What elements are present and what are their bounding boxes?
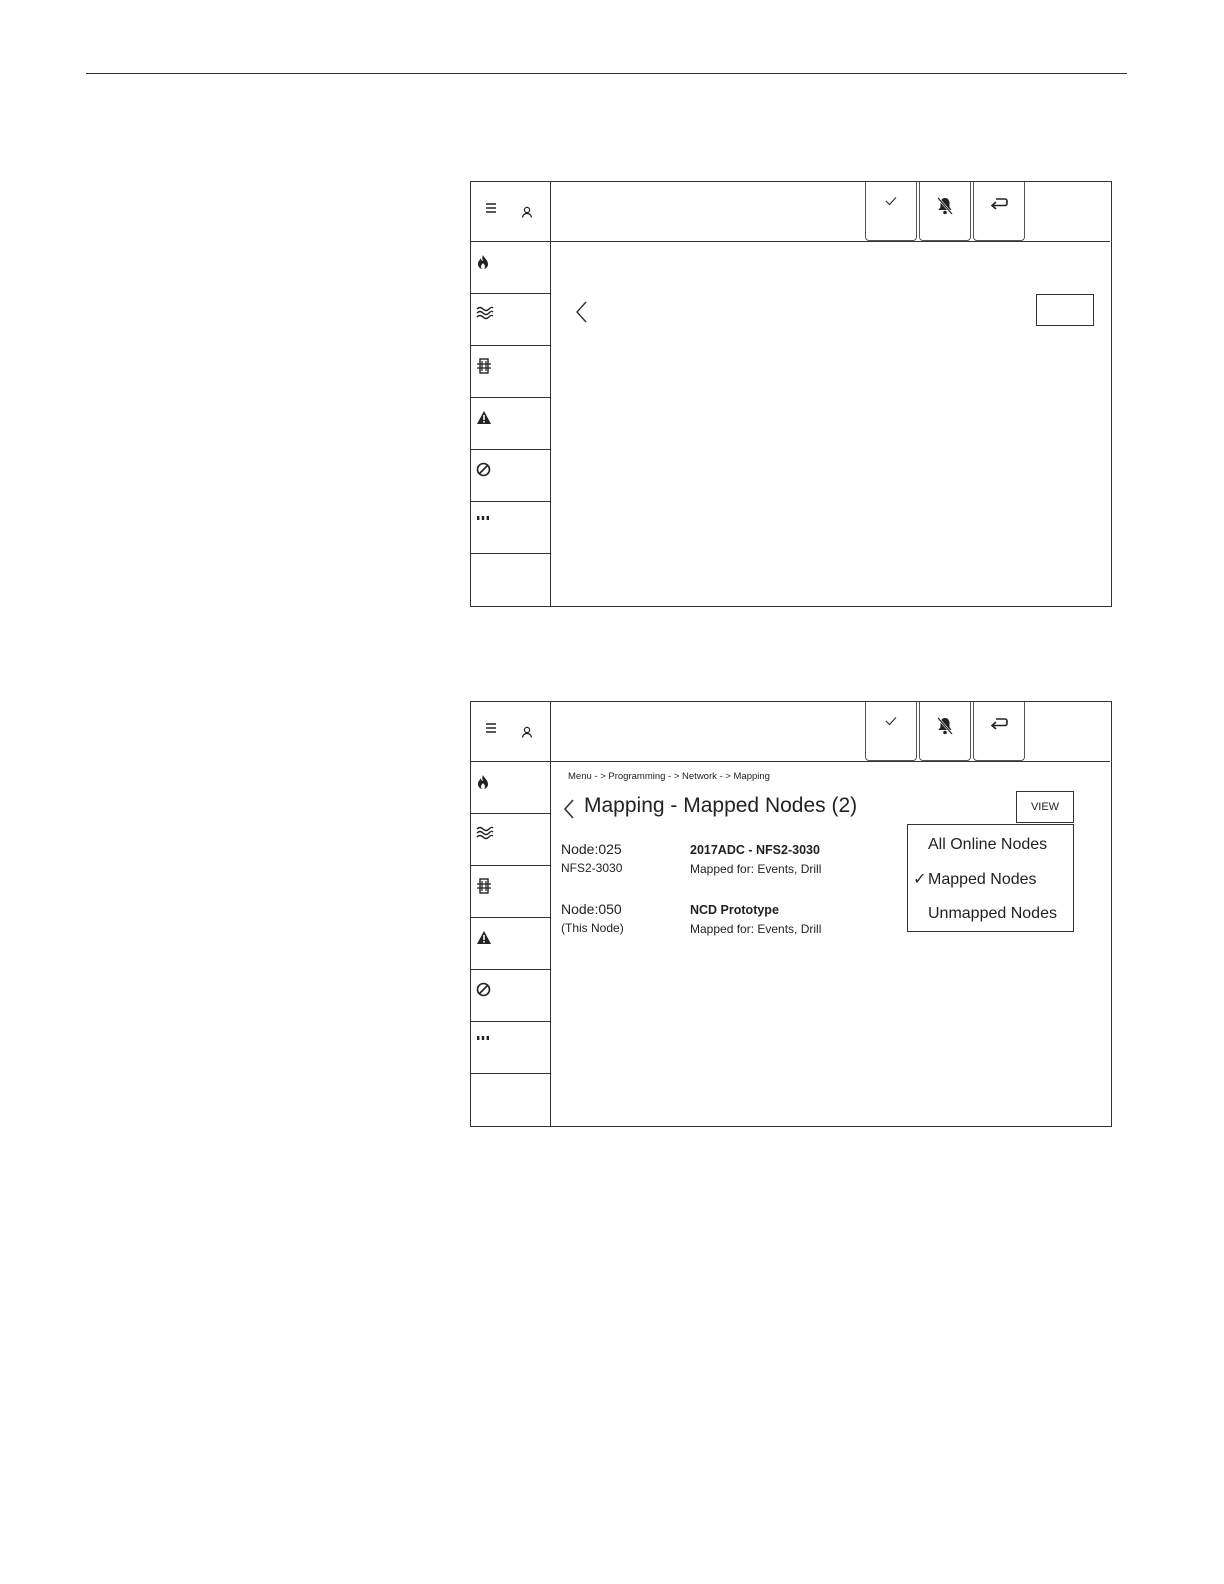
reset-button[interactable] bbox=[973, 702, 1025, 761]
silence-icon bbox=[937, 197, 953, 215]
user-icon[interactable] bbox=[521, 203, 533, 218]
view-button[interactable]: VIEW bbox=[1016, 791, 1074, 823]
sidebar-item-fire[interactable] bbox=[471, 762, 550, 814]
building-icon bbox=[477, 878, 491, 894]
reset-button[interactable] bbox=[973, 182, 1025, 241]
panel-blank-screen bbox=[470, 181, 1112, 607]
menu-icon[interactable] bbox=[484, 721, 498, 735]
sidebar-item-disabled[interactable] bbox=[471, 450, 550, 502]
user-icon[interactable] bbox=[521, 723, 533, 738]
breadcrumb: Menu - > Programming - > Network - > Map… bbox=[568, 771, 770, 782]
sidebar-item-supervisory[interactable] bbox=[471, 814, 550, 866]
back-chevron-icon[interactable] bbox=[575, 300, 589, 324]
silence-button[interactable] bbox=[919, 702, 971, 761]
acknowledge-button[interactable] bbox=[865, 182, 917, 241]
wave-icon bbox=[476, 306, 494, 320]
acknowledge-icon bbox=[885, 197, 897, 206]
silence-button[interactable] bbox=[919, 182, 971, 241]
reset-icon bbox=[990, 718, 1008, 730]
menu-icon[interactable] bbox=[484, 201, 498, 215]
wave-icon bbox=[476, 826, 494, 840]
more-icon bbox=[477, 1036, 489, 1040]
sidebar bbox=[471, 182, 551, 606]
fire-icon bbox=[478, 255, 488, 269]
sidebar-header bbox=[471, 182, 550, 242]
top-toolbar bbox=[551, 702, 1110, 762]
sidebar-header bbox=[471, 702, 550, 762]
sidebar-item-more[interactable] bbox=[471, 502, 550, 554]
silence-icon bbox=[937, 717, 953, 735]
back-chevron-icon[interactable] bbox=[563, 798, 575, 820]
node-subtitle: NFS2-3030 bbox=[561, 861, 623, 875]
sidebar-item-more[interactable] bbox=[471, 1022, 550, 1074]
node-id: Node:050 bbox=[561, 901, 622, 917]
view-button-placeholder[interactable] bbox=[1036, 294, 1094, 326]
disabled-icon bbox=[476, 462, 491, 477]
reset-icon bbox=[990, 198, 1008, 210]
sidebar-item-trouble[interactable] bbox=[471, 918, 550, 970]
sidebar-item-supervisory[interactable] bbox=[471, 294, 550, 346]
warning-icon bbox=[477, 931, 491, 944]
more-icon bbox=[477, 516, 489, 520]
page-top-rule bbox=[86, 73, 1127, 74]
sidebar-item-security[interactable] bbox=[471, 346, 550, 398]
top-toolbar bbox=[551, 182, 1110, 242]
content-area: Menu - > Programming - > Network - > Map… bbox=[551, 762, 1110, 1125]
node-name: NCD Prototype bbox=[690, 903, 779, 917]
acknowledge-button[interactable] bbox=[865, 702, 917, 761]
node-subtitle: (This Node) bbox=[561, 921, 624, 935]
sidebar-item-disabled[interactable] bbox=[471, 970, 550, 1022]
node-list-item[interactable]: Node:025 NFS2-3030 2017ADC - NFS2-3030 M… bbox=[561, 841, 1101, 881]
sidebar-item-trouble[interactable] bbox=[471, 398, 550, 450]
page-title: Mapping - Mapped Nodes (2) bbox=[584, 794, 858, 817]
acknowledge-icon bbox=[885, 717, 897, 726]
panel-mapping-screen: Menu - > Programming - > Network - > Map… bbox=[470, 701, 1112, 1127]
sidebar-item-fire[interactable] bbox=[471, 242, 550, 294]
node-list-item[interactable]: Node:050 (This Node) NCD Prototype Mappe… bbox=[561, 901, 1101, 941]
warning-icon bbox=[477, 411, 491, 424]
sidebar bbox=[471, 702, 551, 1126]
building-icon bbox=[477, 358, 491, 374]
node-id: Node:025 bbox=[561, 841, 622, 857]
node-mapping: Mapped for: Events, Drill bbox=[690, 862, 822, 876]
fire-icon bbox=[478, 775, 488, 789]
sidebar-item-security[interactable] bbox=[471, 866, 550, 918]
content-area bbox=[551, 242, 1110, 605]
node-name: 2017ADC - NFS2-3030 bbox=[690, 843, 820, 857]
node-mapping: Mapped for: Events, Drill bbox=[690, 922, 822, 936]
disabled-icon bbox=[476, 982, 491, 997]
